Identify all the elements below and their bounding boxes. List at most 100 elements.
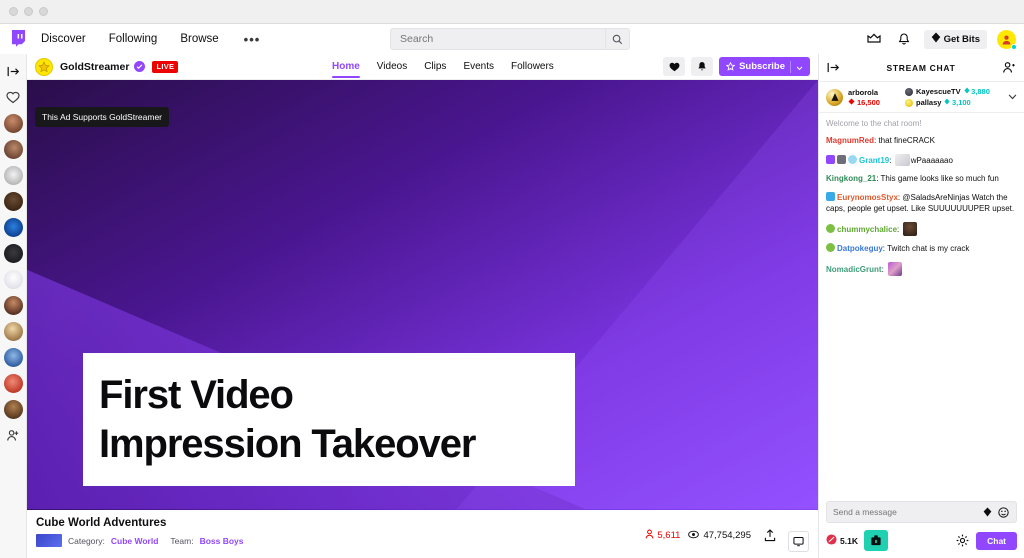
- tab-videos[interactable]: Videos: [377, 54, 407, 80]
- subscribe-label: Subscribe: [739, 61, 785, 72]
- popout-chat-button[interactable]: [788, 531, 809, 552]
- tab-events[interactable]: Events: [463, 54, 494, 80]
- chat-message: NomadicGrunt:: [826, 261, 1017, 276]
- sidebar-item-channel-9[interactable]: [3, 322, 23, 341]
- colon: :: [889, 155, 894, 165]
- badge-icon: [848, 154, 857, 164]
- chat-footer: 5.1K Chat: [819, 528, 1024, 558]
- tab-home[interactable]: Home: [332, 54, 360, 80]
- stream-info-bar: Cube World Adventures Category: Cube Wor…: [27, 510, 818, 558]
- window-close-button[interactable]: [9, 7, 18, 16]
- chevron-down-icon[interactable]: [1005, 94, 1017, 100]
- channel-main-column: GoldStreamer LIVE Home Videos Clips Even…: [27, 54, 818, 558]
- prime-crown-icon[interactable]: [864, 29, 884, 49]
- nav-link-browse[interactable]: Browse: [180, 33, 218, 45]
- chevron-down-icon[interactable]: [796, 58, 803, 76]
- get-bits-button[interactable]: Get Bits: [923, 29, 987, 49]
- chat-username[interactable]: Kingkong_21: [826, 174, 876, 183]
- badge-icon: [826, 223, 835, 233]
- person-icon: [645, 529, 654, 542]
- twitch-glitch-logo-icon[interactable]: [10, 30, 27, 48]
- window-maximize-button[interactable]: [39, 7, 48, 16]
- notify-button[interactable]: [691, 57, 714, 76]
- search-input[interactable]: [391, 33, 605, 45]
- send-chat-button[interactable]: Chat: [976, 531, 1017, 550]
- tab-followers[interactable]: Followers: [511, 54, 554, 80]
- team-label: Team:: [170, 535, 194, 546]
- chat-username[interactable]: chummychalice: [837, 225, 897, 234]
- sidebar-item-channel-7[interactable]: [3, 270, 23, 289]
- total-views-value: 47,754,295: [703, 530, 751, 541]
- chat-input[interactable]: [833, 507, 978, 517]
- page-body: GoldStreamer LIVE Home Videos Clips Even…: [0, 54, 1024, 558]
- runner-up-avatar: [905, 87, 913, 96]
- gear-icon[interactable]: [955, 533, 970, 548]
- chat-title: STREAM CHAT: [886, 62, 956, 73]
- team-link[interactable]: Boss Boys: [200, 536, 244, 546]
- heart-outline-icon[interactable]: [4, 88, 23, 107]
- sidebar-item-channel-11[interactable]: [3, 374, 23, 393]
- face-emote-icon: [903, 221, 918, 236]
- sidebar-item-channel-2[interactable]: [3, 140, 23, 159]
- window-titlebar: [0, 0, 1024, 24]
- chat-input-container: [826, 501, 1017, 523]
- sidebar-item-channel-1[interactable]: [3, 114, 23, 133]
- bits-balance[interactable]: 5.1K: [826, 534, 858, 547]
- collapse-chat-icon[interactable]: [827, 62, 840, 73]
- subscribe-button[interactable]: Subscribe: [719, 57, 810, 76]
- chat-username[interactable]: Datpokeguy: [837, 244, 883, 253]
- follow-button[interactable]: [663, 57, 686, 76]
- avatar[interactable]: [997, 29, 1017, 50]
- community-users-icon[interactable]: [1002, 61, 1016, 74]
- verified-check-icon: [134, 61, 146, 72]
- live-badge: LIVE: [152, 60, 179, 73]
- video-player[interactable]: This Ad Supports GoldStreamer First Vide…: [27, 80, 818, 510]
- bits-leaderboard[interactable]: arborola 16,500 KayescueTV 3,880 pallasy…: [819, 82, 1024, 113]
- sidebar-item-channel-3[interactable]: [3, 166, 23, 185]
- total-views: 47,754,295: [688, 530, 751, 542]
- chat-message-list[interactable]: Welcome to the chat room! MagnumRed: tha…: [819, 113, 1024, 495]
- chat-message: MagnumRed: that fineCRACK: [826, 135, 1017, 147]
- bits-diamond-icon[interactable]: [981, 506, 994, 519]
- category-link[interactable]: Cube World: [111, 536, 159, 546]
- sidebar-item-channel-8[interactable]: [3, 296, 23, 315]
- sidebar-item-channel-6[interactable]: [3, 244, 23, 263]
- chat-message: chummychalice:: [826, 221, 1017, 236]
- game-box-art[interactable]: [36, 534, 62, 547]
- nav-more-icon[interactable]: •••: [244, 32, 261, 47]
- gold-star-avatar-icon[interactable]: [35, 57, 53, 76]
- channel-name[interactable]: GoldStreamer: [60, 61, 129, 73]
- search-icon[interactable]: [605, 29, 629, 49]
- extension-box-icon[interactable]: [863, 530, 888, 551]
- window-minimize-button[interactable]: [24, 7, 33, 16]
- chat-message: EurynomosStyx: @SaladsAreNinjas Watch th…: [826, 191, 1017, 215]
- divider: [790, 60, 791, 73]
- chat-message: Grant19: wPaaaaaao: [826, 153, 1017, 167]
- leader-score: 16,500: [848, 98, 900, 107]
- sidebar-item-channel-12[interactable]: [3, 400, 23, 419]
- add-friend-icon[interactable]: [4, 426, 23, 445]
- topnav-right-cluster: Get Bits: [864, 24, 1017, 54]
- sidebar-item-channel-4[interactable]: [3, 192, 23, 211]
- star-icon: [725, 58, 736, 76]
- bits-diamond-icon: [931, 32, 941, 46]
- left-sidebar: [0, 54, 27, 558]
- tab-clips[interactable]: Clips: [424, 54, 446, 80]
- nav-link-discover[interactable]: Discover: [41, 33, 86, 45]
- chat-header: STREAM CHAT: [819, 54, 1024, 82]
- chat-username[interactable]: NomadicGrunt: [826, 265, 882, 274]
- chat-username[interactable]: Grant19: [859, 156, 889, 165]
- chat-username[interactable]: MagnumRed: [826, 136, 874, 145]
- chat-input-area: [819, 495, 1024, 528]
- smiley-emote-icon[interactable]: [997, 506, 1010, 519]
- chat-username[interactable]: EurynomosStyx: [837, 193, 898, 202]
- chat-message-text: This game looks like so much fun: [880, 174, 999, 184]
- sidebar-item-channel-5[interactable]: [3, 218, 23, 237]
- badge-icon: [826, 154, 835, 164]
- bell-icon[interactable]: [894, 29, 914, 49]
- stream-stats: 5,611 47,754,295: [645, 519, 809, 552]
- share-button[interactable]: [759, 525, 780, 546]
- nav-link-following[interactable]: Following: [109, 33, 158, 45]
- collapse-panel-icon[interactable]: [4, 62, 23, 81]
- sidebar-item-channel-10[interactable]: [3, 348, 23, 367]
